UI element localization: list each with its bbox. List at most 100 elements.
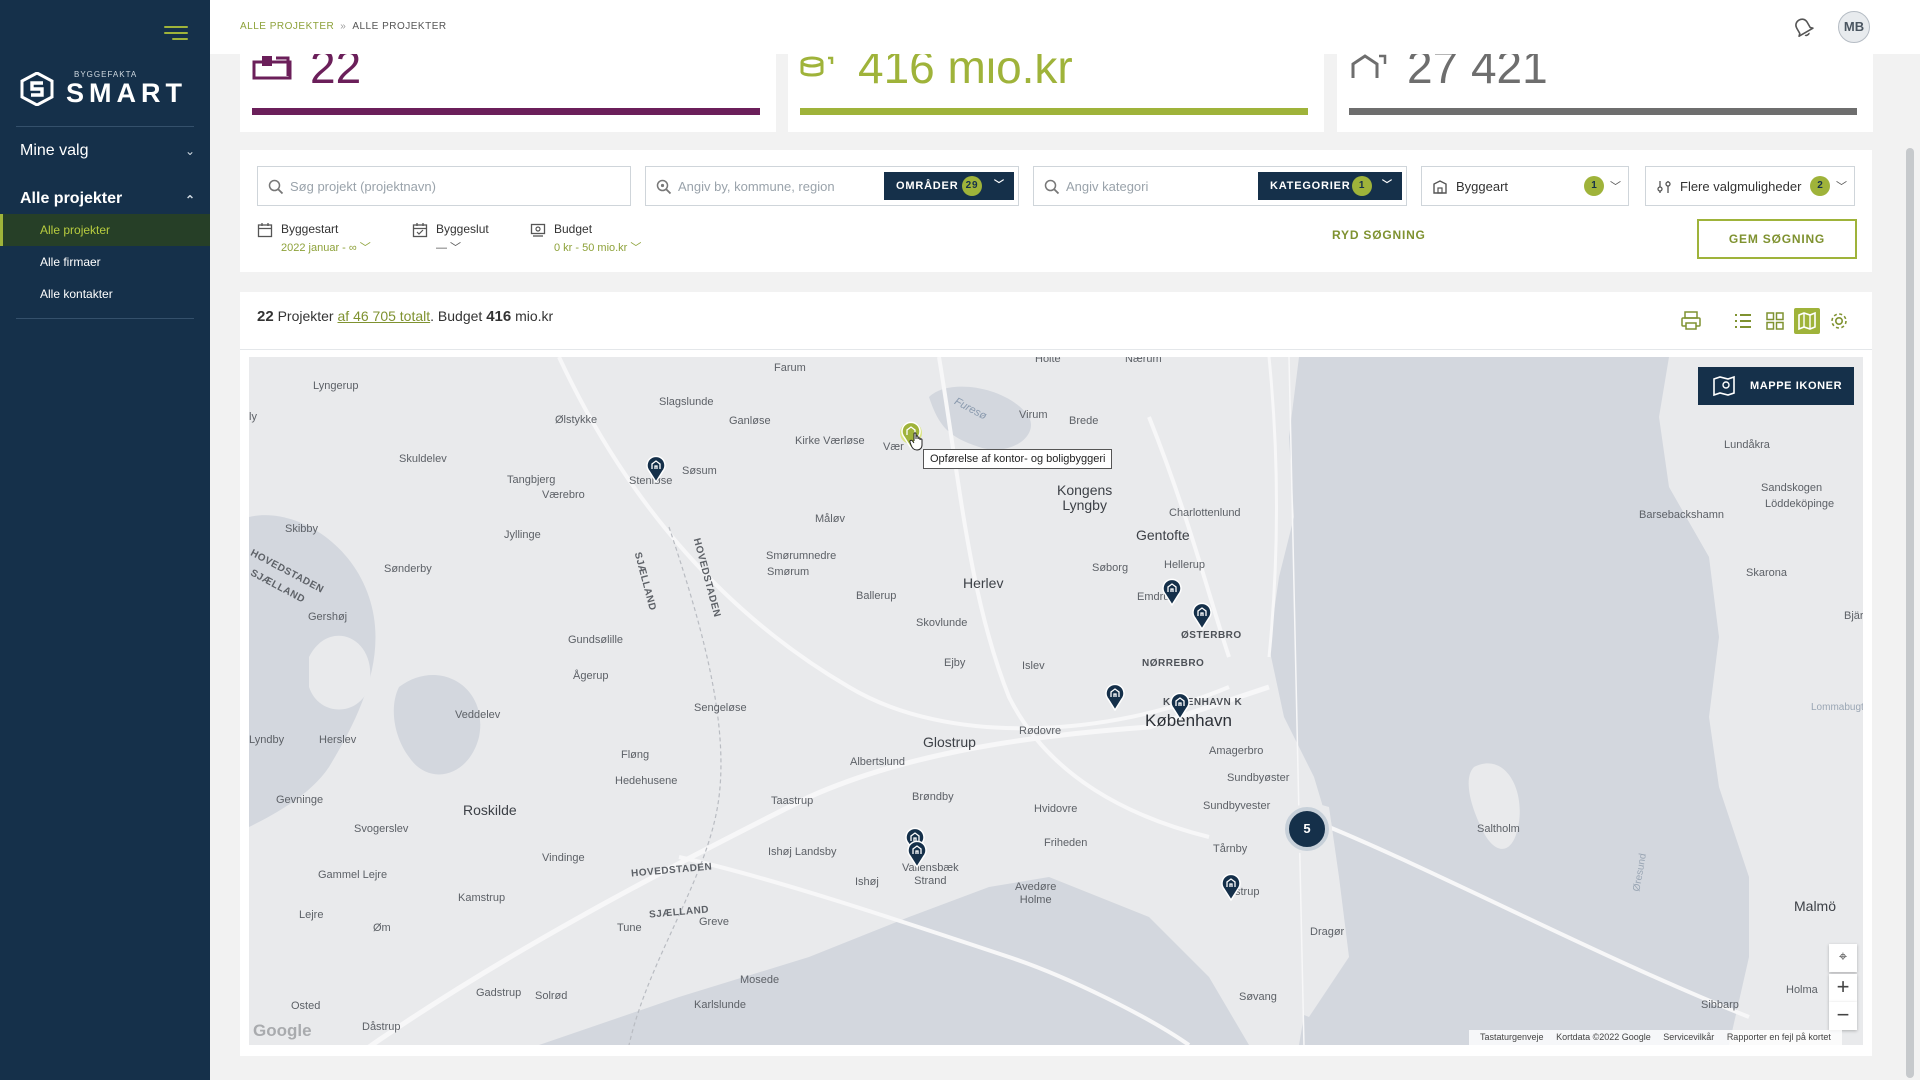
- map-view-icon[interactable]: [1794, 308, 1820, 334]
- place-label: Herlev: [963, 575, 1004, 591]
- place-label: Slagslunde: [659, 396, 714, 408]
- place-label: Herslev: [319, 734, 357, 746]
- place-label: Friheden: [1044, 837, 1088, 849]
- place-label: Gundsølille: [568, 634, 624, 646]
- place-label: Lejre: [299, 909, 324, 921]
- category-search-field[interactable]: KATEGORIER 1 ﹀: [1033, 166, 1407, 206]
- kategorier-label: KATEGORIER: [1270, 180, 1351, 192]
- sidebar-section-alle-projekter[interactable]: Alle projekter ⌃: [20, 190, 195, 208]
- place-label: Svogerslev: [354, 823, 409, 835]
- project-pin-icon[interactable]: [1161, 578, 1183, 606]
- stat-card-total: 27 421: [1337, 54, 1873, 132]
- terms-link[interactable]: Servicevilkår: [1663, 1032, 1714, 1042]
- place-label: Hellerup: [1164, 559, 1205, 571]
- project-search-input[interactable]: [290, 175, 550, 197]
- budget-icon: [530, 223, 546, 237]
- project-map[interactable]: Farum Nærum Holte Lyngerup Slagslunde Øl…: [249, 357, 1863, 1045]
- byggeslut-filter[interactable]: Byggeslut — ﹀: [412, 222, 512, 256]
- place-label: Kirke Værløse: [795, 435, 865, 447]
- sidebar-item-alle-projekter[interactable]: Alle projekter: [0, 214, 210, 246]
- chevron-down-icon: ﹀: [1836, 181, 1847, 193]
- place-label: Solrød: [535, 990, 568, 1002]
- stat-bar: [800, 108, 1308, 115]
- coins-icon: [800, 56, 834, 77]
- user-avatar[interactable]: MB: [1838, 11, 1870, 43]
- print-icon[interactable]: [1678, 308, 1704, 334]
- place-label: Gershøj: [308, 611, 348, 623]
- breadcrumb-separator: »: [340, 21, 347, 32]
- list-view-icon[interactable]: [1730, 308, 1756, 334]
- results-total-link[interactable]: af 46 705 totalt: [338, 308, 431, 324]
- place-label: Kamstrup: [458, 892, 506, 904]
- zoom-in-button[interactable]: +: [1829, 974, 1857, 1002]
- place-label: Sønderby: [384, 563, 432, 575]
- byggestart-filter[interactable]: Byggestart 2022 januar - ∞ ﹀: [257, 222, 387, 256]
- place-label: Nærum: [1125, 357, 1162, 365]
- place-label: Rødovre: [1019, 725, 1062, 737]
- project-pin-icon[interactable]: [1191, 602, 1213, 630]
- place-label: Amagerbro: [1209, 745, 1264, 757]
- place-label: Brede: [1069, 415, 1099, 427]
- calendar-icon: [257, 223, 273, 238]
- place-label: Skarona: [1746, 567, 1787, 579]
- my-location-button[interactable]: ⌖: [1829, 944, 1857, 972]
- place-label: Fløng: [621, 749, 650, 761]
- report-error-link[interactable]: Rapporter en fejl på kortet: [1727, 1032, 1831, 1042]
- page-scrollbar[interactable]: [1906, 148, 1914, 1078]
- place-label: Gevninge: [276, 794, 324, 806]
- byggeart-dropdown[interactable]: Byggeart 1 ﹀: [1421, 166, 1629, 206]
- flere-valgmuligheder-dropdown[interactable]: Flere valgmuligheder 2 ﹀: [1645, 166, 1855, 206]
- save-search-button[interactable]: GEM SØGNING: [1697, 219, 1857, 259]
- area-search-input[interactable]: [678, 175, 888, 197]
- city-label: Malmö: [1794, 898, 1837, 914]
- project-search-field[interactable]: [257, 166, 631, 206]
- byggestart-value: 2022 januar - ∞ ﹀: [281, 242, 371, 254]
- place-label: Holma: [1786, 984, 1818, 996]
- sidebar-section-mine-valg[interactable]: Mine valg ⌄: [20, 142, 195, 160]
- sidebar-item-alle-firmaer[interactable]: Alle firmaer: [0, 246, 210, 278]
- zoom-out-button[interactable]: −: [1829, 1002, 1857, 1030]
- place-label: Hedehusene: [615, 775, 678, 787]
- budget-filter[interactable]: Budget 0 kr - 50 mio.kr ﹀: [530, 222, 660, 256]
- results-budget-value: 416: [486, 308, 512, 325]
- breadcrumb-link[interactable]: ALLE PROJEKTER: [240, 21, 334, 32]
- clear-search-button[interactable]: RYD SØGNING: [1332, 228, 1426, 242]
- place-label: Charlottenlund: [1169, 507, 1241, 519]
- place-label: Ågerup: [573, 670, 609, 682]
- project-pin-icon[interactable]: [1169, 692, 1191, 720]
- notification-bell-icon[interactable]: [1790, 14, 1816, 40]
- settings-gear-icon[interactable]: [1826, 308, 1852, 334]
- category-search-input[interactable]: [1066, 175, 1266, 197]
- kategorier-dropdown-button[interactable]: KATEGORIER 1 ﹀: [1258, 172, 1402, 200]
- grid-view-icon[interactable]: [1762, 308, 1788, 334]
- place-label: Hvidovre: [1034, 803, 1078, 815]
- place-label: Islev: [1022, 660, 1045, 672]
- place-label: Gentofte: [1136, 527, 1190, 543]
- place-label: Ballerup: [856, 590, 897, 602]
- place-label: Ølstykke: [555, 414, 598, 426]
- project-pin-icon[interactable]: [1220, 873, 1242, 901]
- area-search-field[interactable]: OMRÅDER 29 ﹀: [645, 166, 1019, 206]
- place-label: Gammel Lejre: [318, 869, 388, 881]
- map-cluster-marker[interactable]: 5: [1285, 807, 1329, 851]
- project-pin-icon[interactable]: [645, 455, 667, 483]
- omrader-dropdown-button[interactable]: OMRÅDER 29 ﹀: [884, 172, 1014, 200]
- project-pin-icon[interactable]: [906, 840, 928, 868]
- kategorier-count-badge: 1: [1352, 176, 1372, 196]
- stat-card-budget: 416 mio.kr: [788, 54, 1324, 132]
- sidebar-item-alle-kontakter[interactable]: Alle kontakter: [0, 278, 210, 310]
- mappe-ikoner-button[interactable]: MAPPE IKONER: [1698, 367, 1854, 405]
- menu-icon[interactable]: [164, 24, 188, 42]
- place-label: Farum: [774, 362, 806, 374]
- sliders-icon: [1657, 181, 1671, 193]
- sea-label: Lommabugten: [1811, 702, 1863, 713]
- place-label: Tangbjerg: [507, 474, 556, 486]
- project-pin-icon[interactable]: [1104, 683, 1126, 711]
- breadcrumb-current: ALLE PROJEKTER: [352, 21, 447, 32]
- keyboard-shortcuts-link[interactable]: Tastaturgenveje: [1480, 1032, 1544, 1042]
- place-label: Avedøre Holme: [1015, 881, 1057, 906]
- sidebar-section-label: Mine valg: [20, 142, 89, 159]
- byggefakta-smart-logo[interactable]: BYGGEFAKTA SMART: [20, 70, 190, 110]
- byggestart-label: Byggestart: [281, 222, 339, 236]
- place-label: Bjär: [1844, 610, 1863, 622]
